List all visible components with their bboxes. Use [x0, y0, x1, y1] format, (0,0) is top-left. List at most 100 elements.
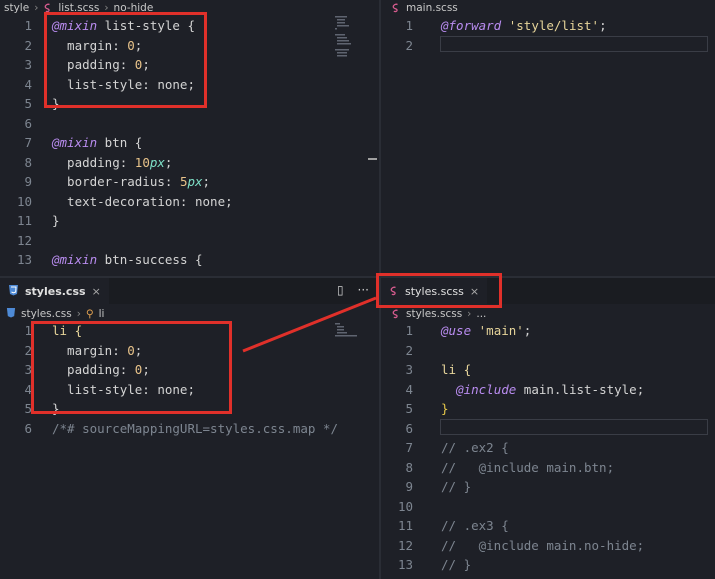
code-token: main.list-style; — [516, 381, 645, 397]
more-actions-icon[interactable]: ··· — [358, 283, 369, 297]
code-line[interactable]: 12 — [0, 231, 379, 251]
code-line[interactable]: 11} — [0, 211, 379, 231]
line-number: 3 — [24, 362, 32, 377]
breadcrumb-symbol[interactable]: li — [99, 308, 105, 320]
code-line[interactable]: 7 @mixin btn { — [0, 133, 379, 153]
scrollbar-marker[interactable] — [368, 158, 377, 160]
code-token: // } — [441, 557, 472, 572]
line-number: 8 — [405, 459, 413, 475]
code-line[interactable]: 4 @include main.list-style; — [381, 380, 715, 400]
tab-bar: styles.css × ▯ ··· — [0, 278, 379, 305]
code-text: @mixin btn { — [52, 133, 142, 153]
code-text: // .ex3 { — [441, 516, 509, 536]
line-number: 1 — [24, 18, 32, 33]
code-line[interactable]: 13 @mixin btn-success { — [0, 250, 379, 270]
minimap[interactable] — [333, 14, 363, 74]
sass-file-icon — [391, 3, 401, 13]
code-text: } — [441, 399, 449, 419]
code-token: @forward — [441, 18, 502, 33]
code-token: // @include main.btn; — [441, 459, 615, 475]
code-token: btn-success { — [97, 252, 203, 267]
code-token: // .ex2 { — [441, 440, 509, 455]
chevron-right-icon: › — [76, 307, 81, 320]
chevron-right-icon: › — [467, 307, 472, 320]
line-number: 5 — [24, 401, 32, 416]
line-number: 2 — [405, 342, 413, 358]
code-text: // } — [441, 555, 471, 575]
line-number: 7 — [24, 135, 32, 150]
code-line[interactable]: 3 li { — [381, 360, 715, 380]
code-token: } — [441, 401, 449, 416]
code-text: padding: 10px; — [52, 153, 172, 173]
minimap[interactable] — [335, 322, 359, 338]
code-line[interactable]: 6 /*# sourceMappingURL=styles.css.map */ — [0, 419, 379, 439]
line-number: 10 — [16, 193, 32, 209]
line-number: 13 — [397, 557, 413, 572]
code-line[interactable]: 1 @forward 'style/list'; — [381, 16, 715, 36]
breadcrumb-file[interactable]: styles.scss — [406, 308, 462, 320]
code-line[interactable]: 2 — [381, 341, 715, 361]
code-line[interactable]: 10 — [381, 497, 715, 517]
code-line[interactable]: 10 text-decoration: none; — [0, 192, 379, 212]
code-token: @use — [441, 323, 472, 338]
code-token: border-radius: — [52, 174, 180, 189]
code-token: ; — [164, 154, 173, 170]
line-number: 5 — [24, 96, 32, 111]
annotation-box-styles-scss-tab — [376, 273, 502, 308]
selector-icon: ⚲ — [85, 307, 94, 320]
code-token: 'main' — [478, 323, 524, 338]
line-number: 12 — [16, 232, 32, 248]
line-number: 1 — [405, 323, 413, 338]
code-area[interactable]: 1 @use 'main'; 2 3 li {4 @include main.list-… — [381, 321, 715, 575]
code-token: text-decoration: none; — [52, 193, 233, 209]
line-number: 11 — [397, 518, 413, 533]
chevron-right-icon: › — [34, 1, 39, 14]
code-line[interactable]: 9 // } — [381, 477, 715, 497]
code-line[interactable]: 1 @use 'main'; — [381, 321, 715, 341]
code-line[interactable]: 8 // @include main.btn; — [381, 458, 715, 478]
code-token: @mixin — [52, 252, 98, 267]
code-line[interactable]: 13 // } — [381, 555, 715, 575]
close-icon[interactable]: × — [92, 285, 101, 298]
code-line[interactable]: 12 // @include main.no-hide; — [381, 536, 715, 556]
code-text: // @include main.btn; — [441, 458, 614, 478]
line-number: 10 — [397, 498, 413, 514]
sass-file-icon — [391, 309, 401, 319]
line-number: 13 — [16, 252, 32, 267]
code-line[interactable]: 7 // .ex2 { — [381, 438, 715, 458]
code-line[interactable]: 9 border-radius: 5px; — [0, 172, 379, 192]
line-number: 11 — [16, 213, 32, 228]
line-number: 1 — [405, 18, 413, 33]
annotation-box-css-output — [31, 321, 232, 414]
current-line-highlight — [440, 36, 708, 52]
code-token: // } — [441, 479, 472, 494]
line-number: 3 — [24, 57, 32, 72]
line-number: 7 — [405, 440, 413, 455]
breadcrumb: main.scss — [381, 0, 715, 15]
code-text: } — [52, 211, 60, 231]
line-number: 6 — [24, 115, 32, 131]
split-editor-icon[interactable]: ▯ — [337, 283, 344, 297]
code-line[interactable]: 5} — [381, 399, 715, 419]
breadcrumb-symbol[interactable]: ... — [476, 308, 486, 320]
breadcrumb-file[interactable]: styles.css — [21, 308, 72, 320]
code-text: text-decoration: none; — [52, 192, 233, 212]
line-number: 2 — [24, 37, 32, 53]
code-line[interactable]: 11 // .ex3 { — [381, 516, 715, 536]
breadcrumb-folder[interactable]: style — [4, 2, 29, 14]
tab-styles-css[interactable]: styles.css × — [0, 278, 109, 305]
code-text: // @include main.no-hide; — [441, 536, 644, 556]
code-line[interactable]: 8 padding: 10px; — [0, 153, 379, 173]
code-token: ; — [202, 174, 211, 189]
code-text: // .ex2 { — [441, 438, 509, 458]
code-text: // } — [441, 477, 471, 497]
tab-label: styles.css — [25, 284, 86, 298]
code-token: /*# sourceMappingURL=styles.css.map */ — [52, 420, 338, 436]
breadcrumb: styles.css › ⚲ li — [0, 306, 379, 321]
breadcrumb-file[interactable]: main.scss — [406, 2, 458, 14]
code-text: @use 'main'; — [441, 321, 531, 341]
code-line[interactable]: 6 — [0, 114, 379, 134]
code-text: border-radius: 5px; — [52, 172, 210, 192]
